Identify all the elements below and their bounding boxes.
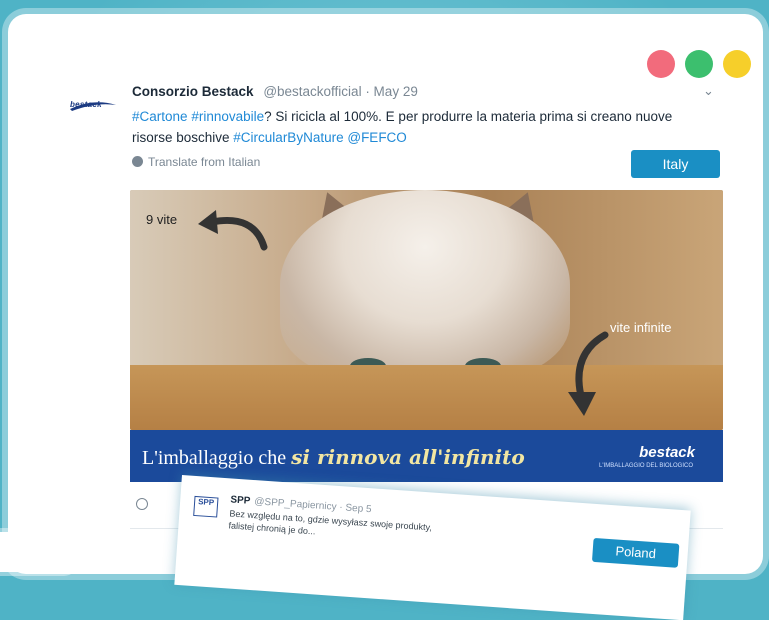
overlay-tweet-text: Bez względu na to, gdzie wysyłasz swoje …: [228, 507, 589, 556]
banner-logo: bestack: [639, 444, 695, 461]
curved-arrow-left-icon: [198, 210, 268, 251]
translate-link[interactable]: Translate from Italian: [132, 155, 260, 169]
window-controls: [647, 50, 751, 78]
spp-logo: SPP: [193, 495, 219, 518]
globe-icon: [132, 156, 143, 167]
banner-text-plain: L'imballaggio che: [142, 447, 292, 469]
hashtag-link[interactable]: #Cartone: [132, 109, 188, 124]
tweet-text: #Cartone #rinnovabile? Si ricicla al 100…: [132, 106, 692, 148]
author-logo-text: bestack: [70, 100, 102, 109]
minimize-dot[interactable]: [685, 50, 713, 78]
curved-arrow-down-icon: [568, 331, 609, 416]
overlay-author-name[interactable]: SPP: [230, 494, 251, 506]
author-logo[interactable]: bestack: [66, 96, 120, 114]
banner-logo-subtitle: L'IMBALLAGGIO DEL BIOLOGICO: [599, 463, 693, 469]
maximize-dot[interactable]: [723, 50, 751, 78]
country-badge-poland: Poland: [591, 537, 680, 568]
cardboard-box-edge: [130, 365, 723, 430]
hashtag-link[interactable]: #CircularByNature: [233, 130, 343, 145]
translate-label: Translate from Italian: [148, 155, 261, 169]
close-dot[interactable]: [647, 50, 675, 78]
banner-text: L'imballaggio che si rinnova all'infinit…: [142, 445, 525, 470]
tweet-image[interactable]: 9 vite vite infinite: [130, 190, 723, 430]
banner-text-italic: si rinnova all'infinito: [291, 445, 525, 469]
author-meta[interactable]: @bestackofficial · May 29: [263, 84, 418, 99]
reply-icon[interactable]: [136, 498, 148, 510]
country-badge-italy: Italy: [631, 150, 720, 178]
chevron-down-icon[interactable]: ⌄: [703, 83, 714, 99]
author-name[interactable]: Consorzio Bestack: [132, 84, 254, 99]
image-label-left: 9 vite: [146, 212, 178, 227]
image-banner: L'imballaggio che si rinnova all'infinit…: [130, 430, 723, 482]
tweet-header: Consorzio Bestack @bestackofficial · May…: [132, 84, 418, 99]
hashtag-link[interactable]: #rinnovabile: [191, 109, 264, 124]
mention-link[interactable]: @FEFCO: [347, 130, 406, 145]
cat-head: [280, 190, 570, 380]
